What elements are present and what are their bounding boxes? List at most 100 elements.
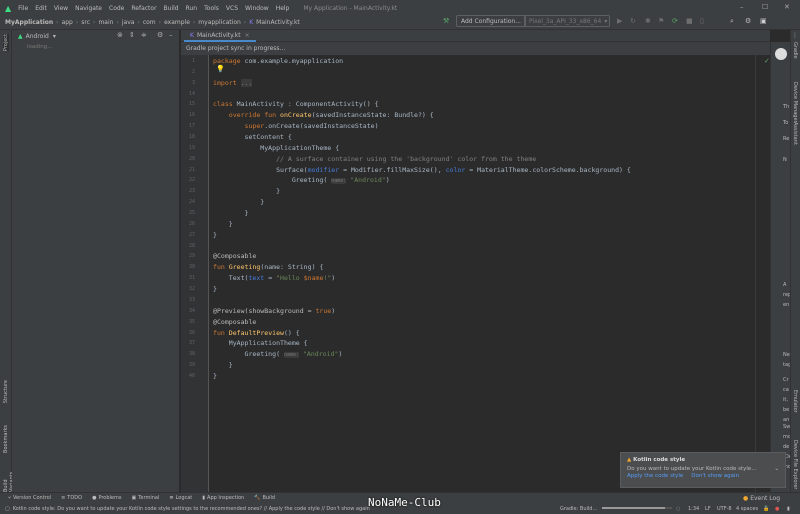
cancel-progress-icon[interactable]: ◌ [676,506,680,512]
run-icon[interactable]: ▶ [617,17,622,25]
code-token: ... [241,79,253,87]
minimize-button[interactable]: – [740,3,744,11]
device-selector[interactable]: Pixel_3a_API_33_x86_64▾ [524,15,610,27]
error-indicator-icon[interactable]: ● [775,506,779,512]
line-number: 18 [181,134,195,140]
expand-chevron-icon[interactable]: ⌄ [774,466,779,472]
tool-window-icon: ≡ [61,495,65,501]
menu-code[interactable]: Code [109,5,124,12]
code-token: true [315,307,331,315]
attach-debugger-icon[interactable]: ⚑ [658,17,664,25]
apply-changes-icon[interactable]: ↻ [630,17,636,25]
line-number: 39 [181,362,195,368]
device-manager-icon[interactable]: ▯ [700,17,704,25]
line-separator[interactable]: LF [705,506,711,512]
breadcrumb-item[interactable]: main [98,19,113,26]
tool-device-manager[interactable]: Device Manager [792,82,798,123]
code-token: override fun [213,111,280,119]
expand-all-icon[interactable]: ⇕ [129,31,135,39]
lightbulb-icon[interactable]: 💡 [216,65,225,73]
menu-build[interactable]: Build [164,5,179,12]
menu-navigate[interactable]: Navigate [75,5,102,12]
assistant-logo-icon [775,48,787,60]
menu-vcs[interactable]: VCS [226,5,238,12]
account-avatar-icon[interactable]: ▣ [760,17,767,25]
breadcrumb-item[interactable]: MainActivity.kt [256,19,300,26]
memory-indicator-icon[interactable]: ▮ [787,506,790,512]
line-number: 25 [181,210,195,216]
breadcrumb-item[interactable]: example [164,19,190,26]
collapse-all-icon[interactable]: ≑ [141,31,147,39]
close-window-button[interactable]: ✕ [784,3,790,11]
code-token: } [213,285,217,293]
line-number: 35 [181,319,195,325]
menu-edit[interactable]: Edit [35,5,47,12]
chevron-down-icon[interactable]: ▾ [53,33,56,40]
more-options-icon[interactable]: ⋮ [792,32,798,39]
menu-run[interactable]: Run [186,5,198,12]
android-icon: ▲ [18,33,23,40]
tool-window-todo[interactable]: ≡TODO [61,495,82,501]
bookmarks-tool-button[interactable]: Bookmarks [3,425,9,453]
file-encoding[interactable]: UTF-8 [717,506,732,512]
assistant-text-fragment: en [783,302,789,308]
tool-window-terminal[interactable]: ▣Terminal [131,495,159,501]
breadcrumb-item[interactable]: java [122,19,135,26]
lock-icon[interactable]: 🔓 [763,506,769,512]
breadcrumb-separator-icon: › [116,19,118,26]
tool-window-version-control[interactable]: ⑂Version Control [8,495,51,501]
hide-panel-icon[interactable]: – [169,31,173,39]
options-gear-icon[interactable]: ⚙ [157,31,163,39]
apply-code-style-link[interactable]: Apply the code style [627,473,683,479]
breadcrumb-item[interactable]: MyApplication [5,19,53,26]
sync-gradle-icon[interactable]: ⟳ [672,17,678,25]
code-token: DefaultPreview [229,329,284,337]
tool-window-icon: ▣ [131,495,136,501]
code-line: Greeting( name: "Android") [213,349,342,360]
breadcrumb-item[interactable]: com [143,19,156,26]
add-configuration-button[interactable]: Add Configuration... [456,15,526,27]
search-icon[interactable]: ⌕ [730,17,734,26]
structure-tool-button[interactable]: Structure [3,380,9,403]
dont-show-again-link[interactable]: Don't show again [691,473,739,479]
tool-device-file-explorer[interactable]: Device File Explorer [792,440,798,489]
assistant-text-fragment: To [783,120,788,126]
tool-window-problems[interactable]: ●Problems [92,495,121,501]
menu-tools[interactable]: Tools [204,5,219,12]
debug-icon[interactable]: ✱ [645,17,651,25]
breadcrumb-item[interactable]: myapplication [198,19,241,26]
menu-refactor[interactable]: Refactor [131,5,156,12]
breadcrumb-item[interactable]: app [62,19,73,26]
indent-setting[interactable]: 4 spaces [736,506,758,512]
tool-window-app-inspection[interactable]: ▮App Inspection [202,495,244,501]
menu-view[interactable]: View [54,5,68,12]
caret-position[interactable]: 1:34 [688,506,699,512]
menu-file[interactable]: File [18,5,28,12]
maximize-button[interactable]: ☐ [762,3,768,11]
project-view-selector[interactable]: Android [26,33,49,40]
project-tool-button[interactable]: Project [3,34,9,51]
tool-window-build[interactable]: 🔨Build [254,495,275,501]
line-number: 3 [181,80,195,86]
event-log-button[interactable]: ● Event Log [743,495,780,502]
line-number: 31 [181,275,195,281]
menu-help[interactable]: Help [276,5,290,12]
tool-assistant[interactable]: Assistant [792,122,798,145]
code-line: } [213,230,217,240]
code-token: MainActivity : ComponentActivity() { [237,100,379,108]
close-tab-icon[interactable]: × [245,32,250,39]
select-opened-file-icon[interactable]: ⊗ [117,31,123,39]
code-line: MyApplicationTheme { [213,338,308,348]
breadcrumb-item[interactable]: src [81,19,90,26]
tool-gradle[interactable]: Gradle [792,42,798,59]
tab-mainactivity[interactable]: K MainActivity.kt × [184,30,256,42]
gradle-status[interactable]: Gradle: Build... [560,506,597,512]
tool-emulator[interactable]: Emulator [792,390,798,413]
assistant-text-fragment: ca [783,387,789,393]
build-hammer-icon[interactable]: ⚒ [443,17,449,25]
tool-window-logcat[interactable]: ≣Logcat [169,495,192,501]
menu-window[interactable]: Window [245,5,269,12]
code-editor[interactable]: 1231415161718192021222324252627282930313… [181,55,770,492]
stop-icon[interactable]: ■ [686,17,693,25]
settings-gear-icon[interactable]: ⚙ [745,17,751,25]
